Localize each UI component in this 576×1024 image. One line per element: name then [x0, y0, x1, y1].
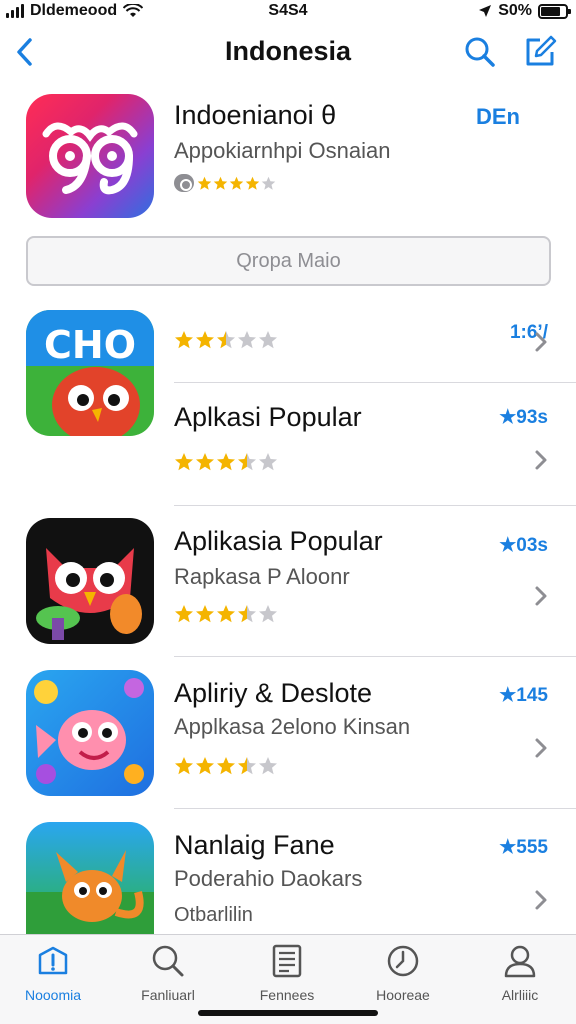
tab-label: Alrliiic: [501, 987, 539, 1003]
tab-label: Fanliuarl: [141, 987, 195, 1003]
battery-icon: [538, 3, 571, 19]
star-icon: [175, 453, 193, 471]
app-subtitle: Applkasa 2elono Kinsan: [174, 714, 411, 739]
get-button[interactable]: DEn: [476, 104, 520, 130]
star-icon: [259, 605, 277, 623]
star-icon: [217, 605, 235, 623]
tab-lists[interactable]: Fennees: [237, 943, 337, 1003]
tab-profile[interactable]: Alrliiic: [470, 943, 570, 1003]
divider: [174, 382, 576, 383]
star-icon: [238, 757, 256, 775]
chevron-right-icon[interactable]: [532, 584, 550, 608]
chevron-right-icon[interactable]: [532, 888, 550, 912]
app-price[interactable]: ★93s: [499, 406, 548, 429]
star-rating: [197, 176, 276, 191]
age-rating-icon: [174, 174, 194, 192]
location-icon: [479, 5, 492, 17]
star-icon: [213, 176, 228, 190]
app-subtitle: Rapkasa P Aloonr: [174, 564, 350, 589]
profile-icon: [504, 945, 536, 978]
star-icon: [238, 453, 256, 471]
star-icon: [229, 176, 244, 190]
app-icon-fish[interactable]: [26, 670, 154, 796]
star-icon: [197, 176, 212, 190]
star-icon: [238, 331, 256, 349]
app-icon-owl[interactable]: [26, 518, 154, 644]
featured-app-subtitle: Appokiarnhpi Osnaian: [174, 138, 391, 163]
featured-app-icon[interactable]: [26, 94, 154, 218]
featured-action-button[interactable]: Qropa Maio: [26, 236, 551, 286]
app-name[interactable]: Aplkasi Popular: [174, 402, 362, 433]
search-icon: [152, 945, 184, 977]
featured-app-rating: [174, 174, 276, 192]
star-icon: [196, 757, 214, 775]
tab-updates[interactable]: Hooreae: [353, 943, 453, 1003]
star-icon: [261, 176, 276, 190]
star-icon: [259, 757, 277, 775]
star-icon: [259, 453, 277, 471]
featured-app-name[interactable]: Indoenianoi θ: [174, 100, 336, 131]
star-icon: [217, 331, 235, 349]
star-icon: [175, 757, 193, 775]
app-extra: Otbarlilin: [174, 904, 253, 926]
compose-icon[interactable]: [522, 34, 558, 70]
star-rating: [174, 330, 278, 350]
star-icon: [217, 757, 235, 775]
app-price[interactable]: ★145: [499, 684, 548, 707]
chevron-right-icon[interactable]: [532, 330, 550, 354]
app-name[interactable]: Nanlaig Fane: [174, 830, 335, 861]
status-bar: Dldemeood S4S4 S0%: [0, 0, 576, 24]
star-rating: [174, 604, 278, 624]
app-icon-creature[interactable]: [26, 822, 154, 934]
list-icon: [272, 944, 302, 978]
app-price[interactable]: ★555: [499, 836, 548, 859]
divider: [174, 808, 576, 809]
star-icon: [238, 605, 256, 623]
battery-percent: S0%: [498, 2, 532, 19]
star-icon: [175, 331, 193, 349]
app-subtitle: Poderahio Daokars: [174, 866, 363, 891]
home-indicator: [198, 1010, 378, 1016]
navigation-bar: Indonesia: [0, 28, 576, 76]
tab-featured[interactable]: Nooomia: [3, 943, 103, 1003]
tab-label: Fennees: [259, 987, 315, 1003]
featured-icon: [38, 946, 68, 975]
star-icon: [217, 453, 235, 471]
updates-icon: [387, 945, 419, 977]
star-icon: [245, 176, 260, 190]
tab-label: Hooreae: [376, 987, 430, 1003]
app-icon-cho[interactable]: CHO: [26, 310, 154, 436]
app-name[interactable]: Apliriy & Deslote: [174, 678, 372, 709]
star-icon: [259, 331, 277, 349]
search-icon[interactable]: [462, 34, 498, 70]
star-icon: [196, 331, 214, 349]
star-icon: [196, 453, 214, 471]
svg-text:CHO: CHO: [44, 323, 136, 367]
app-price[interactable]: ★03s: [499, 534, 548, 557]
divider: [174, 656, 576, 657]
star-rating: [174, 756, 278, 776]
divider: [174, 505, 576, 506]
star-icon: [175, 605, 193, 623]
chevron-right-icon[interactable]: [532, 448, 550, 472]
app-name[interactable]: Aplikasia Popular: [174, 526, 383, 557]
star-rating: [174, 452, 278, 472]
chevron-right-icon[interactable]: [532, 736, 550, 760]
tab-search[interactable]: Fanliuarl: [118, 943, 218, 1003]
star-icon: [196, 605, 214, 623]
tab-label: Nooomia: [24, 987, 82, 1003]
